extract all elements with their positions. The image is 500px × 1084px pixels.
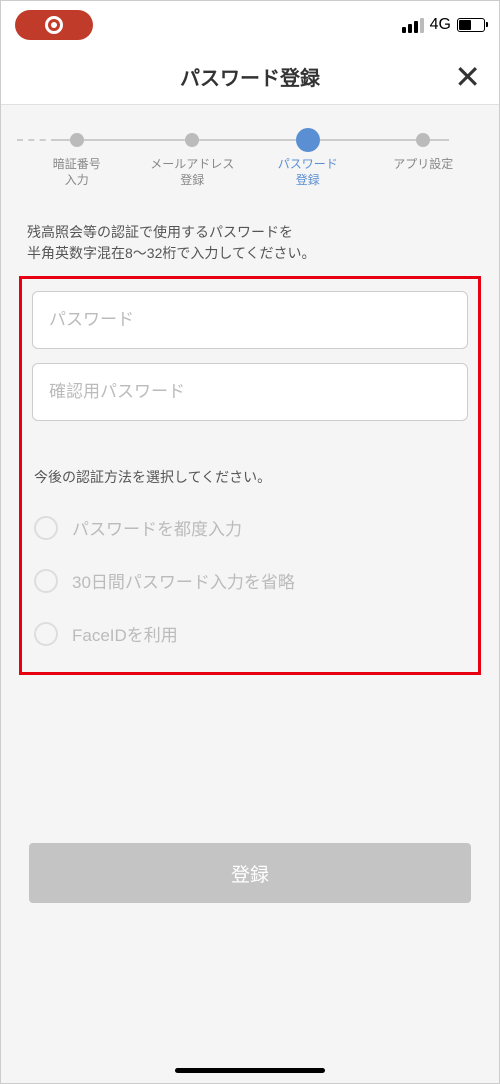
step-email: メールアドレス 登録 — [135, 133, 251, 188]
step-pin: 暗証番号 入力 — [19, 133, 135, 188]
radio-icon — [34, 569, 58, 593]
auth-method-list: パスワードを都度入力 30日間パスワード入力を省略 FaceIDを利用 — [32, 501, 468, 660]
step-dot-icon — [185, 133, 199, 147]
step-password: パスワード 登録 — [250, 133, 366, 188]
password-input[interactable] — [32, 291, 468, 349]
radio-option-30days[interactable]: 30日間パスワード入力を省略 — [32, 554, 468, 607]
register-button[interactable]: 登録 — [29, 843, 471, 903]
page-title: パスワード登録 — [180, 62, 320, 91]
home-indicator[interactable] — [175, 1068, 325, 1073]
close-icon[interactable]: ✕ — [454, 61, 481, 93]
auth-method-heading: 今後の認証方法を選択してください。 — [32, 421, 468, 501]
record-icon — [45, 16, 63, 34]
step-app-settings: アプリ設定 — [366, 133, 482, 173]
status-bar: 4G — [1, 1, 499, 49]
step-dot-icon — [70, 133, 84, 147]
battery-icon — [457, 18, 485, 32]
status-right: 4G — [402, 16, 485, 34]
confirm-password-input[interactable] — [32, 363, 468, 421]
radio-icon — [34, 622, 58, 646]
signal-icon — [402, 18, 424, 33]
network-label: 4G — [430, 16, 451, 34]
instructions-text: 残高照会等の認証で使用するパスワードを 半角英数字混在8～32桁で入力してくださ… — [1, 206, 499, 276]
step-dot-icon — [416, 133, 430, 147]
recording-indicator — [15, 10, 93, 40]
form-highlight-area: 今後の認証方法を選択してください。 パスワードを都度入力 30日間パスワード入力… — [19, 276, 481, 675]
radio-option-every-time[interactable]: パスワードを都度入力 — [32, 501, 468, 554]
radio-option-faceid[interactable]: FaceIDを利用 — [32, 607, 468, 660]
radio-icon — [34, 516, 58, 540]
step-dot-icon — [296, 128, 320, 152]
progress-stepper: 暗証番号 入力 メールアドレス 登録 パスワード 登録 アプリ設定 — [1, 105, 499, 206]
header: パスワード登録 ✕ — [1, 49, 499, 105]
